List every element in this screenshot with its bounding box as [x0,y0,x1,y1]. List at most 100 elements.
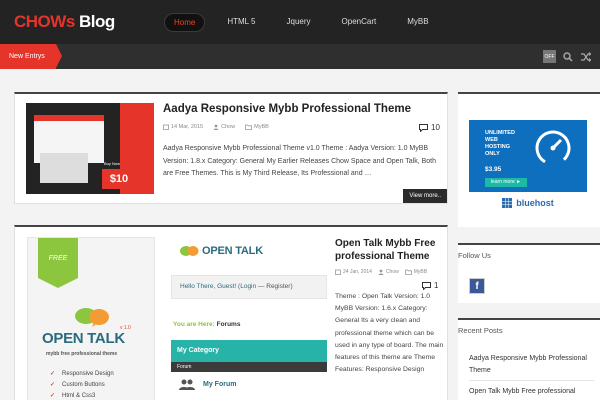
post-category[interactable]: MyBB [404,269,428,275]
theme-version: v 1.0 [120,325,131,331]
chat-bubbles-icon [75,308,109,327]
ad-line: HOSTING [485,144,511,150]
ad-line: WEB [485,137,498,143]
feature-list: Responsive Design Custom Buttons Html & … [50,369,114,400]
user-icon [213,124,219,130]
post-title[interactable]: Open Talk Mybb Free professional Theme [335,237,445,263]
new-entrys-tab[interactable]: New Entrys [0,44,62,69]
post-category-text: MyBB [413,269,428,275]
breadcrumb-label: You are Here: [173,321,215,328]
nav-jquery[interactable]: Jquery [278,13,320,32]
thumb-tag: Buy Now [104,161,121,166]
screenshot-logo-text: OPEN TALK [202,245,263,257]
post-date: 24 Jan, 2014 [335,269,372,275]
ticker-bar: New Entrys OFF [0,44,600,69]
recent-posts-widget: Recent Posts Aadya Responsive Mybb Profe… [458,318,600,400]
calendar-icon [335,269,341,275]
welcome-text: Hello There, Guest! (Login [180,283,257,290]
theme-name: OPEN TALK [42,330,125,347]
post-meta: 14 Mar, 2015 Chow MyBB [163,124,269,130]
grid-logo-icon [502,197,513,208]
screenshot-forum-header: Forum [171,362,327,372]
screenshot-breadcrumb: You are Here: Forums [173,321,240,328]
sidebar-ad-widget: UNLIMITED WEB HOSTING ONLY $3.95 learn m… [458,92,600,227]
post-date-text: 14 Mar, 2015 [171,124,204,130]
feature-item: Html & Css3 [50,391,114,400]
theme-subtitle: mybb free professional theme [46,351,118,357]
nav-home[interactable]: Home [164,13,206,32]
post-title[interactable]: Aadya Responsive Mybb Professional Theme [163,103,411,115]
ad-line: UNLIMITED [485,130,515,136]
folder-icon [245,124,253,130]
speed-gauge-icon [535,130,571,166]
comment-icon [419,123,428,132]
post-card: AAd Buy Now $10 Aadya Responsive Mybb Pr… [14,92,448,204]
hosting-ad-banner[interactable]: UNLIMITED WEB HOSTING ONLY $3.95 learn m… [469,120,587,213]
thumb-price: $10 [102,169,136,189]
theme-screenshot[interactable]: OPEN TALK Hello There, Guest! (Login — R… [169,237,327,400]
calendar-icon [163,124,169,130]
ad-brand-text: bluehost [516,197,554,208]
post-author-text: Chow [385,269,399,275]
feature-item: Responsive Design [50,369,114,380]
ad-headline: UNLIMITED WEB HOSTING ONLY [485,130,515,158]
post-category-text: MyBB [254,124,269,130]
nav-opencart[interactable]: OpenCart [333,13,386,32]
post-date: 14 Mar, 2015 [163,124,203,130]
post-thumbnail[interactable]: AAd Buy Now $10 [26,103,154,194]
search-icon[interactable] [561,50,574,63]
post-card: FREE OPEN TALK v 1.0 mybb free professio… [14,225,448,400]
post-excerpt: Aadya Responsive Mybb Professional Theme… [163,145,437,177]
post-excerpt: Theme : Open Talk Version: 1.0 MyBB Vers… [335,293,444,374]
forum-name: My Forum [203,380,237,388]
view-more-button[interactable]: View more.. [403,189,447,203]
shuffle-icon[interactable] [579,50,592,63]
post-author-text: Chow [221,124,236,130]
recent-heading: Recent Posts [458,326,503,335]
breadcrumb-value: Forums [216,321,241,328]
register-text: — Register) [257,283,293,290]
top-header: CHOWs Blog Home HTML 5 Jquery OpenCart M… [0,0,600,44]
comment-icon [422,281,431,290]
comment-count[interactable]: 1 [422,281,438,290]
comment-count-text: 10 [431,123,440,132]
free-badge: FREE [38,238,78,288]
folder-icon [404,269,412,275]
ad-price: $3.95 [485,166,502,173]
chat-bubbles-icon [180,246,199,256]
nav-html5[interactable]: HTML 5 [218,13,264,32]
recent-post-link[interactable]: Open Talk Mybb Free professional [469,386,594,400]
post-author[interactable]: Chow [378,269,399,275]
post-meta: 24 Jan, 2014 Chow MyBB [335,269,427,275]
follow-widget: Follow Us f [458,243,600,303]
ticker-controls: OFF [543,50,592,63]
facebook-icon[interactable]: f [469,278,485,294]
recent-post-link[interactable]: Aadya Responsive Mybb Professional Theme [469,353,594,381]
follow-heading: Follow Us [458,251,491,260]
screenshot-logo: OPEN TALK [179,245,263,257]
thumb-logo-a: AA [128,123,154,145]
user-icon [378,269,384,275]
comment-count-text: 1 [434,281,439,290]
toggle-box-icon[interactable]: OFF [543,50,556,63]
post-author[interactable]: Chow [213,124,235,130]
screenshot-forum-row: My Forum [179,378,236,390]
post-category[interactable]: MyBB [245,124,269,130]
screenshot-welcome: Hello There, Guest! (Login — Register) [171,275,327,299]
ad-brand: bluehost [469,192,587,213]
thumb-logo-text: AAd [128,123,154,146]
screenshot-category-bar: My Category [171,340,327,362]
post-date-text: 24 Jan, 2014 [343,269,372,275]
ad-line: ONLY [485,151,500,157]
logo-part-blog: Blog [79,12,115,31]
site-logo[interactable]: CHOWs Blog [14,12,115,32]
comment-count[interactable]: 10 [419,123,440,132]
users-icon [179,379,195,390]
logo-part-chows: CHOWs [14,12,75,31]
post-thumbnail[interactable]: FREE OPEN TALK v 1.0 mybb free professio… [27,237,155,400]
main-nav: Home HTML 5 Jquery OpenCart MyBB [164,13,451,32]
feature-item: Custom Buttons [50,380,114,391]
ad-learn-more-button[interactable]: learn more ► [485,178,527,187]
thumb-screen-small [40,153,88,183]
nav-mybb[interactable]: MyBB [398,13,437,32]
